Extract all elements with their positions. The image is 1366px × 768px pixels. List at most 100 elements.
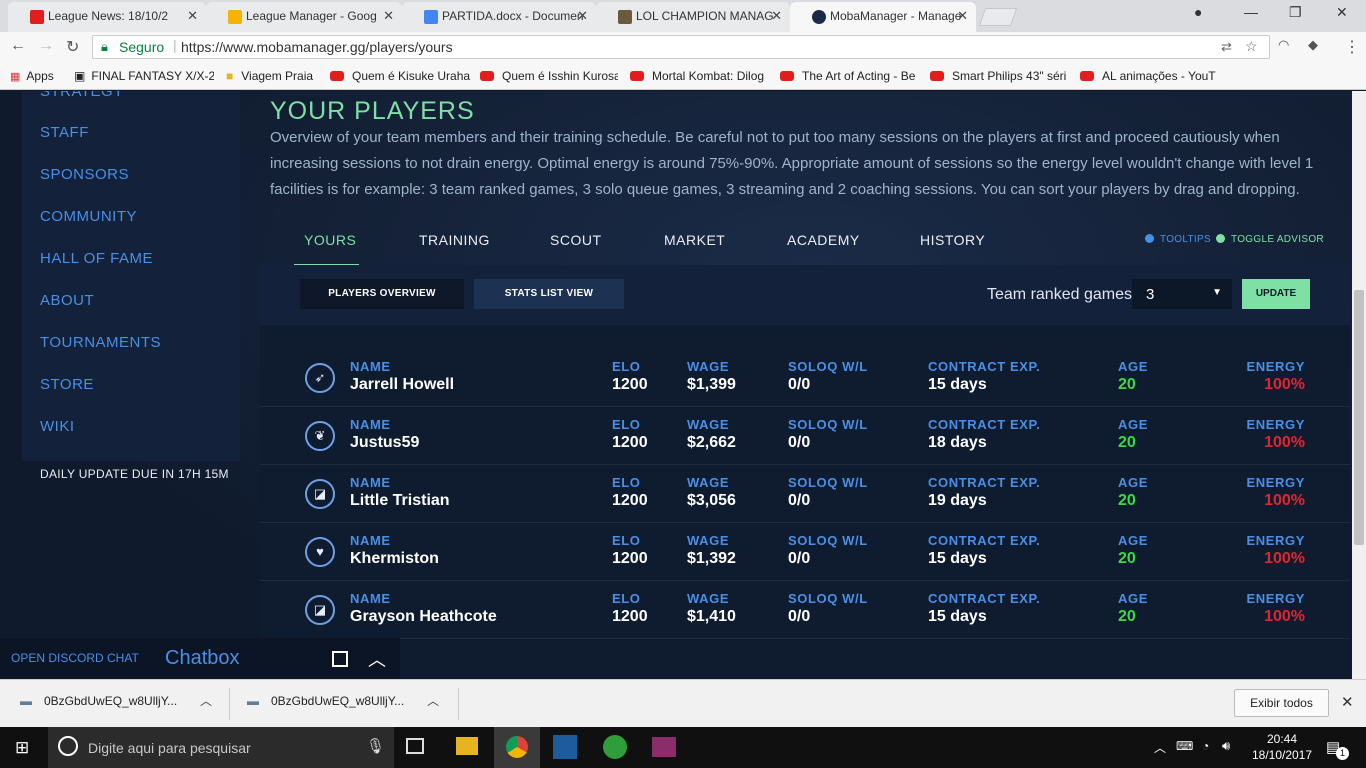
task-view-icon[interactable] <box>406 738 424 754</box>
scrollbar-thumb[interactable] <box>1354 290 1364 545</box>
extension-icon[interactable]: ◠ <box>1278 37 1289 53</box>
player-row[interactable]: ◪ NAME Grayson Heathcote ELO 1200 WAGE $1,410 S… <box>260 581 1350 639</box>
player-energy: 100% <box>1264 492 1305 509</box>
player-row[interactable]: ➶ NAME Jarrell Howell ELO 1200 WAGE $1,399 SOLO… <box>260 349 1350 407</box>
player-soloq: 0/0 <box>788 434 811 451</box>
player-elo: 1200 <box>612 492 648 509</box>
browser-tab-active[interactable]: MobaManager - Manage ✕ <box>790 2 976 32</box>
browser-tab[interactable]: PARTIDA.docx - Documen ✕ <box>402 2 596 32</box>
extension-icon[interactable]: ◆ <box>1308 37 1318 53</box>
chrome-taskbar-button[interactable] <box>494 727 540 768</box>
sidebar-item-about[interactable]: ABOUT <box>40 292 94 309</box>
sidebar-item-wiki[interactable]: WIKI <box>40 418 75 435</box>
divider <box>229 688 230 720</box>
close-icon[interactable]: ✕ <box>1341 693 1354 711</box>
browser-tab[interactable]: LOL CHAMPION MANAG ✕ <box>596 2 790 32</box>
bookmark-label: Mortal Kombat: Dilog <box>652 69 765 83</box>
sidebar-item-staff[interactable]: STAFF <box>40 124 89 141</box>
browser-tab[interactable]: League Manager - Goog ✕ <box>206 2 402 32</box>
clock[interactable]: 20:44 18/10/2017 <box>1250 731 1314 763</box>
tab-academy[interactable]: ACADEMY <box>787 232 860 248</box>
download-item[interactable]: ▬ 0BzGbdUwEQ_w8UlljY... ︿ <box>247 694 447 708</box>
bookmark-apps[interactable]: ▦ Apps <box>10 69 54 83</box>
bookmark[interactable]: Quem é Isshin Kurosa <box>480 69 618 83</box>
tooltips-toggle[interactable]: TOOLTIPS <box>1145 234 1211 245</box>
chevron-up-icon[interactable]: ︿ <box>368 646 386 672</box>
windows-start-icon[interactable]: ⊞ <box>15 738 29 758</box>
sidebar-item-hall-of-fame[interactable]: HALL OF FAME <box>40 250 153 267</box>
minimize-icon[interactable]: — <box>1244 4 1258 20</box>
bookmark[interactable]: Quem é Kisuke Uraha <box>330 69 470 83</box>
close-icon[interactable]: ✕ <box>187 8 198 24</box>
forward-icon[interactable]: → <box>38 37 54 55</box>
microphone-icon[interactable]: 🎙︎ <box>366 737 385 755</box>
sidebar-item-tournaments[interactable]: TOURNAMENTS <box>40 334 161 351</box>
player-name[interactable]: Little Tristian <box>350 492 450 510</box>
volume-icon[interactable]: 🔊︎ <box>1222 738 1230 754</box>
keyboard-icon[interactable]: ⌨︎ <box>1176 739 1193 753</box>
player-row[interactable]: ♥ NAME Khermiston ELO 1200 WAGE $1,392 SOLOQ W/… <box>260 523 1350 581</box>
sidebar-item-sponsors[interactable]: SPONSORS <box>40 166 129 183</box>
tab-training[interactable]: TRAINING <box>419 232 490 248</box>
close-icon[interactable]: ✕ <box>771 8 782 24</box>
chevron-up-icon[interactable]: ︿ <box>1154 739 1166 756</box>
back-icon[interactable]: ← <box>10 37 26 55</box>
tab-scout[interactable]: SCOUT <box>550 232 602 248</box>
tab-market[interactable]: MARKET <box>664 232 725 248</box>
maximize-icon[interactable]: ❐ <box>1289 4 1302 21</box>
player-name[interactable]: Jarrell Howell <box>350 376 454 394</box>
stats-list-view-button[interactable]: STATS LIST VIEW <box>474 279 624 309</box>
player-name[interactable]: Khermiston <box>350 550 439 568</box>
app-icon[interactable] <box>553 735 577 759</box>
bookmark[interactable]: ■ Viagem Praia <box>226 69 326 83</box>
star-icon[interactable]: ☆ <box>1245 38 1258 55</box>
app-icon[interactable] <box>603 735 627 759</box>
bookmark[interactable]: The Art of Acting - Be <box>780 69 918 83</box>
column-label-soloq: SOLOQ W/L <box>788 417 868 432</box>
tab-title: League Manager - Goog <box>246 9 377 23</box>
team-ranked-select[interactable]: 3 ▼ <box>1132 279 1232 309</box>
bookmark[interactable]: AL animações - YouT <box>1080 69 1216 83</box>
menu-icon[interactable]: ⋮ <box>1344 37 1360 57</box>
show-all-downloads-button[interactable]: Exibir todos <box>1234 689 1329 717</box>
winrar-icon[interactable] <box>652 737 676 757</box>
sidebar-item-strategy[interactable]: STRATEGY <box>40 91 124 100</box>
translate-icon[interactable]: ⇄ <box>1221 39 1232 55</box>
player-row[interactable]: ❦ NAME Justus59 ELO 1200 WAGE $2,662 SOLOQ W/L 0… <box>260 407 1350 465</box>
bookmark[interactable]: Smart Philips 43" séri <box>930 69 1070 83</box>
profile-icon[interactable]: ● <box>1194 4 1202 20</box>
bookmark[interactable]: ▣ FINAL FANTASY X/X-2 <box>74 69 214 83</box>
reload-icon[interactable]: ↻ <box>66 37 79 57</box>
page-title: YOUR PLAYERS <box>270 97 475 125</box>
close-icon[interactable]: ✕ <box>577 8 588 24</box>
sidebar-item-store[interactable]: STORE <box>40 376 94 393</box>
player-row[interactable]: ◪ NAME Little Tristian ELO 1200 WAGE $3,056 SOL… <box>260 465 1350 523</box>
browser-tab[interactable]: League News: 18/10/2 ✕ <box>8 2 206 32</box>
tab-title: League News: 18/10/2 <box>48 9 169 23</box>
update-button[interactable]: UPDATE <box>1242 279 1310 309</box>
download-item[interactable]: ▬ 0BzGbdUwEQ_w8UlljY... ︿ <box>20 694 220 708</box>
tab-yours[interactable]: YOURS <box>304 232 356 248</box>
column-label-contract: CONTRACT EXP. <box>928 533 1041 548</box>
search-icon <box>58 736 78 756</box>
popout-icon[interactable] <box>332 651 348 667</box>
wifi-icon[interactable]: ◔ <box>1202 739 1209 753</box>
new-tab-button[interactable] <box>978 8 1018 26</box>
player-wage: $3,056 <box>687 492 736 509</box>
player-name[interactable]: Justus59 <box>350 434 419 452</box>
taskbar-search-box[interactable]: Digite aqui para pesquisar 🎙︎ <box>48 727 394 768</box>
file-explorer-icon[interactable] <box>456 737 478 755</box>
tab-history[interactable]: HISTORY <box>920 232 985 248</box>
sidebar-item-community[interactable]: COMMUNITY <box>40 208 137 225</box>
close-icon[interactable]: ✕ <box>957 8 968 24</box>
close-window-icon[interactable]: ✕ <box>1336 4 1348 21</box>
advisor-toggle[interactable]: TOGGLE ADVISOR <box>1216 234 1324 245</box>
player-name[interactable]: Grayson Heathcote <box>350 608 497 626</box>
players-overview-button[interactable]: PLAYERS OVERVIEW <box>300 279 464 309</box>
chevron-up-icon[interactable]: ︿ <box>427 692 439 709</box>
open-discord-chat-link[interactable]: OPEN DISCORD CHAT <box>11 651 139 665</box>
bookmark[interactable]: Mortal Kombat: Dilog <box>630 69 768 83</box>
close-icon[interactable]: ✕ <box>383 8 394 24</box>
url-field[interactable]: 🔒︎ Seguro | https://www.mobamanager.gg/p… <box>92 35 1270 59</box>
chevron-up-icon[interactable]: ︿ <box>200 692 212 709</box>
